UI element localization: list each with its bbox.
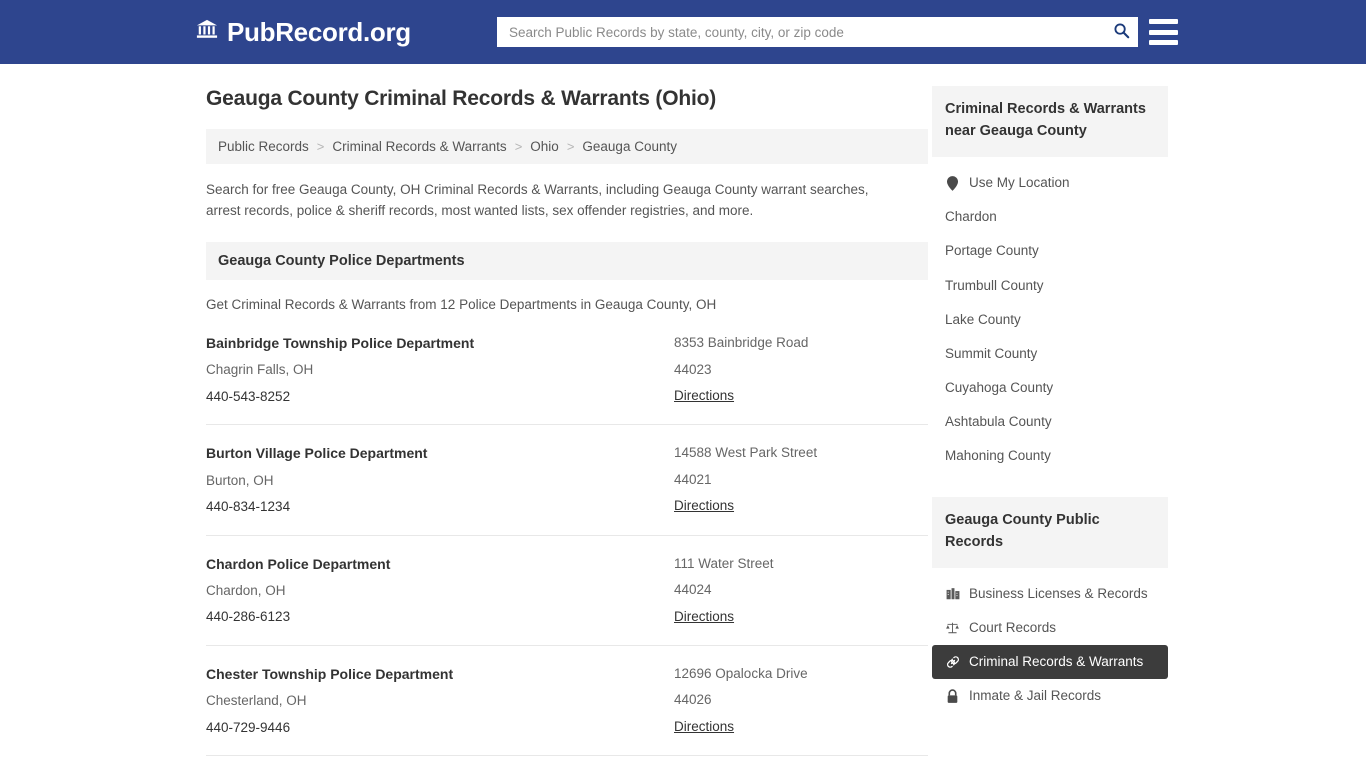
breadcrumb-item-ohio[interactable]: Ohio xyxy=(530,139,559,154)
department-name: Chardon Police Department xyxy=(206,555,391,572)
sidebar: Criminal Records & Warrants near Geauga … xyxy=(932,86,1168,768)
table-row: Bainbridge Township Police Department Ch… xyxy=(206,334,928,426)
listing-right-column: 12696 Opalocka Drive 44026 Directions xyxy=(674,665,928,736)
breadcrumb: Public Records > Criminal Records & Warr… xyxy=(206,129,928,165)
sidebar-item-business-licenses[interactable]: Business Licenses & Records xyxy=(932,577,1168,611)
police-department-list: Bainbridge Township Police Department Ch… xyxy=(206,334,928,768)
sidebar-item-label: Ashtabula County xyxy=(945,414,1052,430)
sidebar-item-summit-county[interactable]: Summit County xyxy=(932,337,1168,371)
department-zip: 44024 xyxy=(674,582,712,598)
sidebar-heading-public-records: Geauga County Public Records xyxy=(932,496,1168,568)
directions-link[interactable]: Directions xyxy=(674,609,734,624)
sidebar-item-mahoning-county[interactable]: Mahoning County xyxy=(932,439,1168,473)
breadcrumb-separator: > xyxy=(514,139,523,155)
sidebar-item-label: Inmate & Jail Records xyxy=(969,688,1102,704)
listing-left-column: Chester Township Police Department Chest… xyxy=(206,665,674,736)
department-name: Bainbridge Township Police Department xyxy=(206,335,475,352)
listing-right-column: 111 Water Street 44024 Directions xyxy=(674,555,928,626)
breadcrumb-item-public-records[interactable]: Public Records xyxy=(218,139,309,154)
main-column: Geauga County Criminal Records & Warrant… xyxy=(198,86,928,768)
department-phone: 440-543-8252 xyxy=(206,388,291,404)
department-phone: 440-729-9446 xyxy=(206,719,291,735)
department-phone: 440-286-6123 xyxy=(206,609,291,625)
site-header: PubRecord.org xyxy=(0,0,1366,64)
sidebar-item-portage-county[interactable]: Portage County xyxy=(932,234,1168,268)
department-city-state: Burton, OH xyxy=(206,472,274,488)
sidebar-item-chardon[interactable]: Chardon xyxy=(932,200,1168,234)
brand-logo[interactable]: PubRecord.org xyxy=(196,18,411,45)
sidebar-public-records-list: Business Licenses & Records Court Record… xyxy=(932,577,1168,714)
listing-left-column: Bainbridge Township Police Department Ch… xyxy=(206,334,674,405)
sidebar-public-records-group: Geauga County Public Records Business Li… xyxy=(932,496,1168,714)
page-body: Geauga County Criminal Records & Warrant… xyxy=(0,64,1366,768)
department-name: Chester Township Police Department xyxy=(206,665,454,682)
sidebar-nearby-list: Use My Location Chardon Portage County T… xyxy=(932,166,1168,474)
sidebar-item-label: Lake County xyxy=(945,311,1021,327)
scales-icon xyxy=(945,621,960,635)
search-icon xyxy=(1113,22,1130,42)
department-name: Burton Village Police Department xyxy=(206,445,428,462)
listing-left-column: Burton Village Police Department Burton,… xyxy=(206,444,674,515)
sidebar-item-label: Cuyahoga County xyxy=(945,380,1054,396)
department-city-state: Chardon, OH xyxy=(206,582,286,598)
department-address: 8353 Bainbridge Road xyxy=(674,335,809,351)
sidebar-item-label: Chardon xyxy=(945,209,997,225)
hamburger-menu-icon[interactable] xyxy=(1149,19,1178,45)
map-pin-icon xyxy=(945,175,960,191)
department-phone: 440-834-1234 xyxy=(206,499,291,515)
link-chain-icon xyxy=(945,655,960,669)
sidebar-item-inmate-jail-records[interactable]: Inmate & Jail Records xyxy=(932,679,1168,713)
department-address: 14588 West Park Street xyxy=(674,445,818,461)
sidebar-heading-nearby: Criminal Records & Warrants near Geauga … xyxy=(932,86,1168,157)
section-subheading: Get Criminal Records & Warrants from 12 … xyxy=(206,297,717,313)
search-button[interactable] xyxy=(1104,17,1138,47)
sidebar-item-cuyahoga-county[interactable]: Cuyahoga County xyxy=(932,371,1168,405)
sidebar-item-ashtabula-county[interactable]: Ashtabula County xyxy=(932,405,1168,439)
department-address: 12696 Opalocka Drive xyxy=(674,665,808,681)
section-heading: Geauga County Police Departments xyxy=(206,242,928,281)
search-input[interactable] xyxy=(497,17,1104,47)
department-zip: 44021 xyxy=(674,471,712,487)
sidebar-item-criminal-records-warrants[interactable]: Criminal Records & Warrants xyxy=(932,644,1168,680)
breadcrumb-separator: > xyxy=(316,139,325,155)
directions-link[interactable]: Directions xyxy=(674,388,734,403)
sidebar-item-label: Summit County xyxy=(945,345,1038,361)
table-row: Chester Township Police Department Chest… xyxy=(206,665,928,757)
listing-right-column: 8353 Bainbridge Road 44023 Directions xyxy=(674,334,928,405)
directions-link[interactable]: Directions xyxy=(674,719,734,734)
listing-left-column: Chardon Police Department Chardon, OH 44… xyxy=(206,555,674,626)
sidebar-item-label: Use My Location xyxy=(969,174,1070,190)
directions-link[interactable]: Directions xyxy=(674,498,734,513)
sidebar-item-label: Criminal Records & Warrants xyxy=(969,653,1144,669)
bank-columns-icon xyxy=(196,18,218,45)
buildings-icon xyxy=(945,587,960,601)
sidebar-item-label: Mahoning County xyxy=(945,448,1051,464)
sidebar-item-use-my-location[interactable]: Use My Location xyxy=(932,166,1168,200)
sidebar-item-label: Portage County xyxy=(945,243,1039,259)
sidebar-item-label: Court Records xyxy=(969,619,1057,635)
sidebar-item-label: Trumbull County xyxy=(945,277,1044,293)
department-address: 111 Water Street xyxy=(674,555,774,571)
lock-icon xyxy=(945,689,960,704)
sidebar-item-label: Business Licenses & Records xyxy=(969,585,1148,601)
page-title: Geauga County Criminal Records & Warrant… xyxy=(206,87,717,110)
department-city-state: Chagrin Falls, OH xyxy=(206,362,314,378)
sidebar-item-lake-county[interactable]: Lake County xyxy=(932,303,1168,337)
sidebar-item-trumbull-county[interactable]: Trumbull County xyxy=(932,269,1168,303)
listing-right-column: 14588 West Park Street 44021 Directions xyxy=(674,444,928,515)
breadcrumb-item-criminal-records[interactable]: Criminal Records & Warrants xyxy=(332,139,506,154)
table-row: Chardon Police Department Chardon, OH 44… xyxy=(206,555,928,646)
sidebar-item-court-records[interactable]: Court Records xyxy=(932,611,1168,645)
department-city-state: Chesterland, OH xyxy=(206,693,307,709)
search-bar[interactable] xyxy=(497,17,1138,47)
brand-name: PubRecord.org xyxy=(227,16,411,47)
breadcrumb-separator: > xyxy=(566,139,575,155)
department-zip: 44026 xyxy=(674,692,712,708)
page-intro-text: Search for free Geauga County, OH Crimin… xyxy=(206,182,869,219)
table-row: Burton Village Police Department Burton,… xyxy=(206,444,928,536)
breadcrumb-item-geauga-county[interactable]: Geauga County xyxy=(582,139,677,154)
department-zip: 44023 xyxy=(674,361,712,377)
